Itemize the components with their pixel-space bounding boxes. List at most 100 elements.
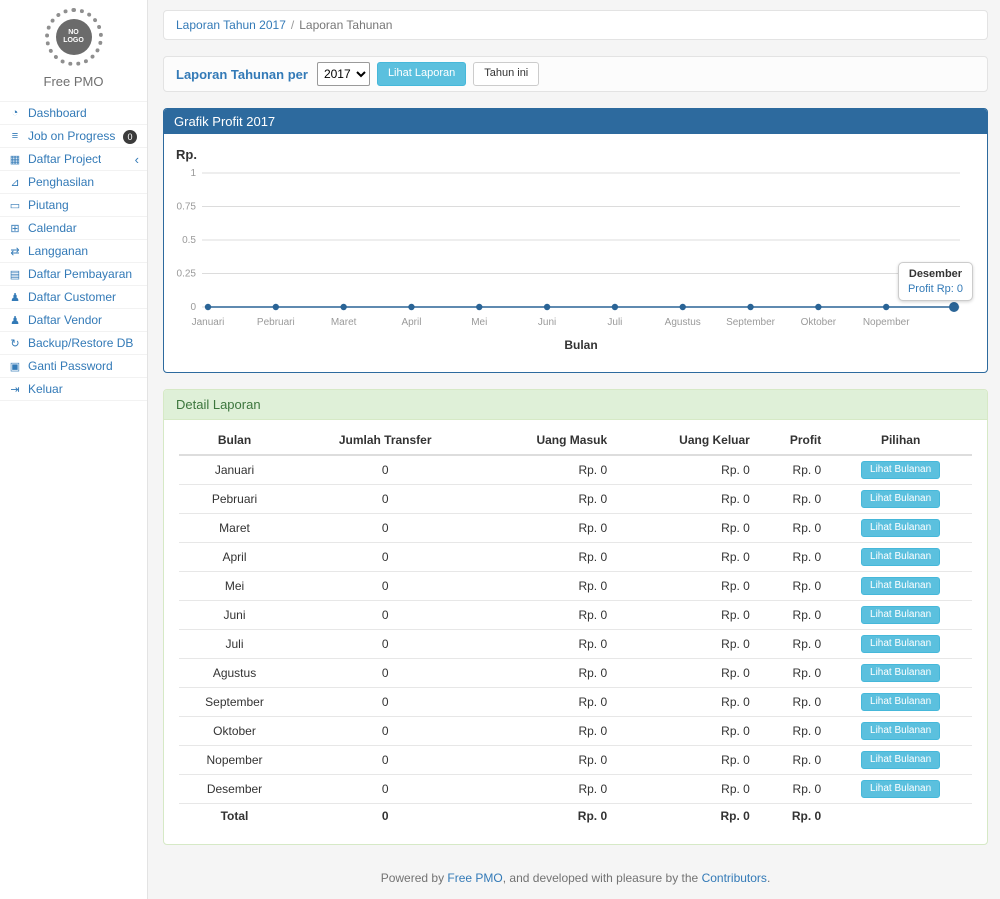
svg-text:Januari: Januari	[192, 317, 225, 328]
cell-profit: Rp. 0	[758, 572, 829, 601]
breadcrumb-link[interactable]: Laporan Tahun 2017	[176, 18, 286, 32]
cell-jumlah_transfer: 0	[290, 746, 480, 775]
lihat-laporan-button[interactable]: Lihat Laporan	[377, 62, 466, 85]
cell-pilihan: Lihat Bulanan	[829, 659, 972, 688]
payment-card-icon: ▤	[8, 268, 22, 281]
cell-profit: Rp. 0	[758, 543, 829, 572]
cell-pilihan: Lihat Bulanan	[829, 572, 972, 601]
cell-uang_keluar: Rp. 0	[615, 543, 758, 572]
sidebar-item-keluar[interactable]: ⇥ Keluar	[0, 378, 147, 401]
lihat-bulanan-button[interactable]: Lihat Bulanan	[861, 751, 940, 769]
total-uang-masuk: Rp. 0	[480, 804, 615, 829]
app-name: Free PMO	[0, 74, 147, 89]
svg-text:Maret: Maret	[331, 317, 357, 328]
sidebar-item-calendar[interactable]: ⊞Calendar	[0, 217, 147, 240]
lihat-bulanan-button[interactable]: Lihat Bulanan	[861, 519, 940, 537]
tooltip-title: Desember	[908, 268, 963, 280]
users-icon: ♟	[8, 314, 22, 327]
credit-card-icon: ▭	[8, 199, 22, 212]
chart-panel-heading: Grafik Profit 2017	[164, 109, 987, 134]
main-content: Laporan Tahun 2017/Laporan Tahunan Lapor…	[148, 0, 1000, 899]
sidebar-item-penghasilan[interactable]: ⊿Penghasilan	[0, 171, 147, 194]
sidebar-item-label: Keluar	[28, 382, 63, 396]
table-row: Oktober0Rp. 0Rp. 0Rp. 0Lihat Bulanan	[179, 717, 972, 746]
cell-bulan: Agustus	[179, 659, 290, 688]
lihat-bulanan-button[interactable]: Lihat Bulanan	[861, 577, 940, 595]
sidebar-menu: ◔Dashboard≡Job on Progress0▦Daftar Proje…	[0, 101, 147, 401]
cell-bulan: Mei	[179, 572, 290, 601]
footer-app-link[interactable]: Free PMO	[447, 871, 502, 885]
profit-chart: 00.250.50.751Rp.BulanJanuariPebruariMare…	[164, 142, 986, 367]
sidebar-item-daftar-customer[interactable]: ♟Daftar Customer	[0, 286, 147, 309]
cell-bulan: Januari	[179, 455, 290, 485]
year-select[interactable]: 2017	[317, 62, 370, 86]
cell-uang_keluar: Rp. 0	[615, 455, 758, 485]
profit-chart-panel: Grafik Profit 2017 00.250.50.751Rp.Bulan…	[163, 108, 988, 373]
col-pilihan: Pilihan	[829, 426, 972, 455]
sidebar-item-daftar-project[interactable]: ▦Daftar Project‹	[0, 148, 147, 171]
sign-out-icon: ⇥	[8, 383, 22, 396]
breadcrumb-current: Laporan Tahunan	[299, 18, 392, 32]
col-profit: Profit	[758, 426, 829, 455]
sidebar-item-job-on-progress[interactable]: ≡Job on Progress0	[0, 125, 147, 148]
cell-uang_masuk: Rp. 0	[480, 775, 615, 804]
sidebar-item-ganti-password[interactable]: ▣Ganti Password	[0, 355, 147, 378]
cell-jumlah_transfer: 0	[290, 455, 480, 485]
cell-jumlah_transfer: 0	[290, 659, 480, 688]
tahun-ini-button[interactable]: Tahun ini	[473, 62, 539, 85]
chart-body: 00.250.50.751Rp.BulanJanuariPebruariMare…	[164, 134, 987, 372]
col-uang-masuk: Uang Masuk	[480, 426, 615, 455]
breadcrumb-separator: /	[291, 18, 294, 32]
footer: Powered by Free PMO, and developed with …	[163, 861, 988, 891]
cell-uang_masuk: Rp. 0	[480, 572, 615, 601]
sidebar-item-label: Piutang	[28, 198, 69, 212]
sidebar-item-daftar-pembayaran[interactable]: ▤ Daftar Pembayaran	[0, 263, 147, 286]
cell-pilihan: Lihat Bulanan	[829, 775, 972, 804]
footer-prefix: Powered by	[381, 871, 448, 885]
sidebar-item-dashboard[interactable]: ◔Dashboard	[0, 102, 147, 125]
svg-text:1: 1	[190, 168, 196, 179]
lihat-bulanan-button[interactable]: Lihat Bulanan	[861, 635, 940, 653]
tooltip-value: Profit Rp: 0	[908, 283, 963, 295]
svg-text:Juli: Juli	[607, 317, 622, 328]
sidebar-item-langganan[interactable]: ⇄Langganan	[0, 240, 147, 263]
lihat-bulanan-button[interactable]: Lihat Bulanan	[861, 722, 940, 740]
lihat-bulanan-button[interactable]: Lihat Bulanan	[861, 693, 940, 711]
table-row: Maret0Rp. 0Rp. 0Rp. 0Lihat Bulanan	[179, 514, 972, 543]
lihat-bulanan-button[interactable]: Lihat Bulanan	[861, 461, 940, 479]
detail-table-body: Januari0Rp. 0Rp. 0Rp. 0Lihat BulananPebr…	[179, 455, 972, 804]
lihat-bulanan-button[interactable]: Lihat Bulanan	[861, 780, 940, 798]
sidebar-item-daftar-vendor[interactable]: ♟Daftar Vendor	[0, 309, 147, 332]
cell-uang_keluar: Rp. 0	[615, 572, 758, 601]
cell-profit: Rp. 0	[758, 455, 829, 485]
sidebar-item-label: Daftar Pembayaran	[28, 267, 132, 281]
cell-jumlah_transfer: 0	[290, 688, 480, 717]
table-icon: ▦	[8, 153, 22, 166]
cell-uang_keluar: Rp. 0	[615, 659, 758, 688]
lihat-bulanan-button[interactable]: Lihat Bulanan	[861, 548, 940, 566]
sidebar: NO LOGO Free PMO ◔Dashboard≡Job on Progr…	[0, 0, 148, 899]
table-row: Nopember0Rp. 0Rp. 0Rp. 0Lihat Bulanan	[179, 746, 972, 775]
cell-jumlah_transfer: 0	[290, 630, 480, 659]
lihat-bulanan-button[interactable]: Lihat Bulanan	[861, 664, 940, 682]
cell-uang_masuk: Rp. 0	[480, 485, 615, 514]
cell-profit: Rp. 0	[758, 775, 829, 804]
sidebar-item-label: Dashboard	[28, 106, 87, 120]
total-jumlah-transfer: 0	[290, 804, 480, 829]
cell-uang_masuk: Rp. 0	[480, 601, 615, 630]
sidebar-item-backup-restore-db[interactable]: ↻Backup/Restore DB	[0, 332, 147, 355]
total-profit: Rp. 0	[758, 804, 829, 829]
footer-contributors-link[interactable]: Contributors	[702, 871, 767, 885]
table-row: Desember0Rp. 0Rp. 0Rp. 0Lihat Bulanan	[179, 775, 972, 804]
total-uang-keluar: Rp. 0	[615, 804, 758, 829]
total-label: Total	[179, 804, 290, 829]
sidebar-item-piutang[interactable]: ▭ Piutang	[0, 194, 147, 217]
lihat-bulanan-button[interactable]: Lihat Bulanan	[861, 490, 940, 508]
cell-jumlah_transfer: 0	[290, 601, 480, 630]
cell-bulan: April	[179, 543, 290, 572]
footer-middle: , and developed with pleasure by the	[503, 871, 702, 885]
chart-tooltip: Desember Profit Rp: 0	[898, 262, 973, 301]
svg-text:Bulan: Bulan	[564, 338, 597, 352]
cell-uang_keluar: Rp. 0	[615, 775, 758, 804]
lihat-bulanan-button[interactable]: Lihat Bulanan	[861, 606, 940, 624]
